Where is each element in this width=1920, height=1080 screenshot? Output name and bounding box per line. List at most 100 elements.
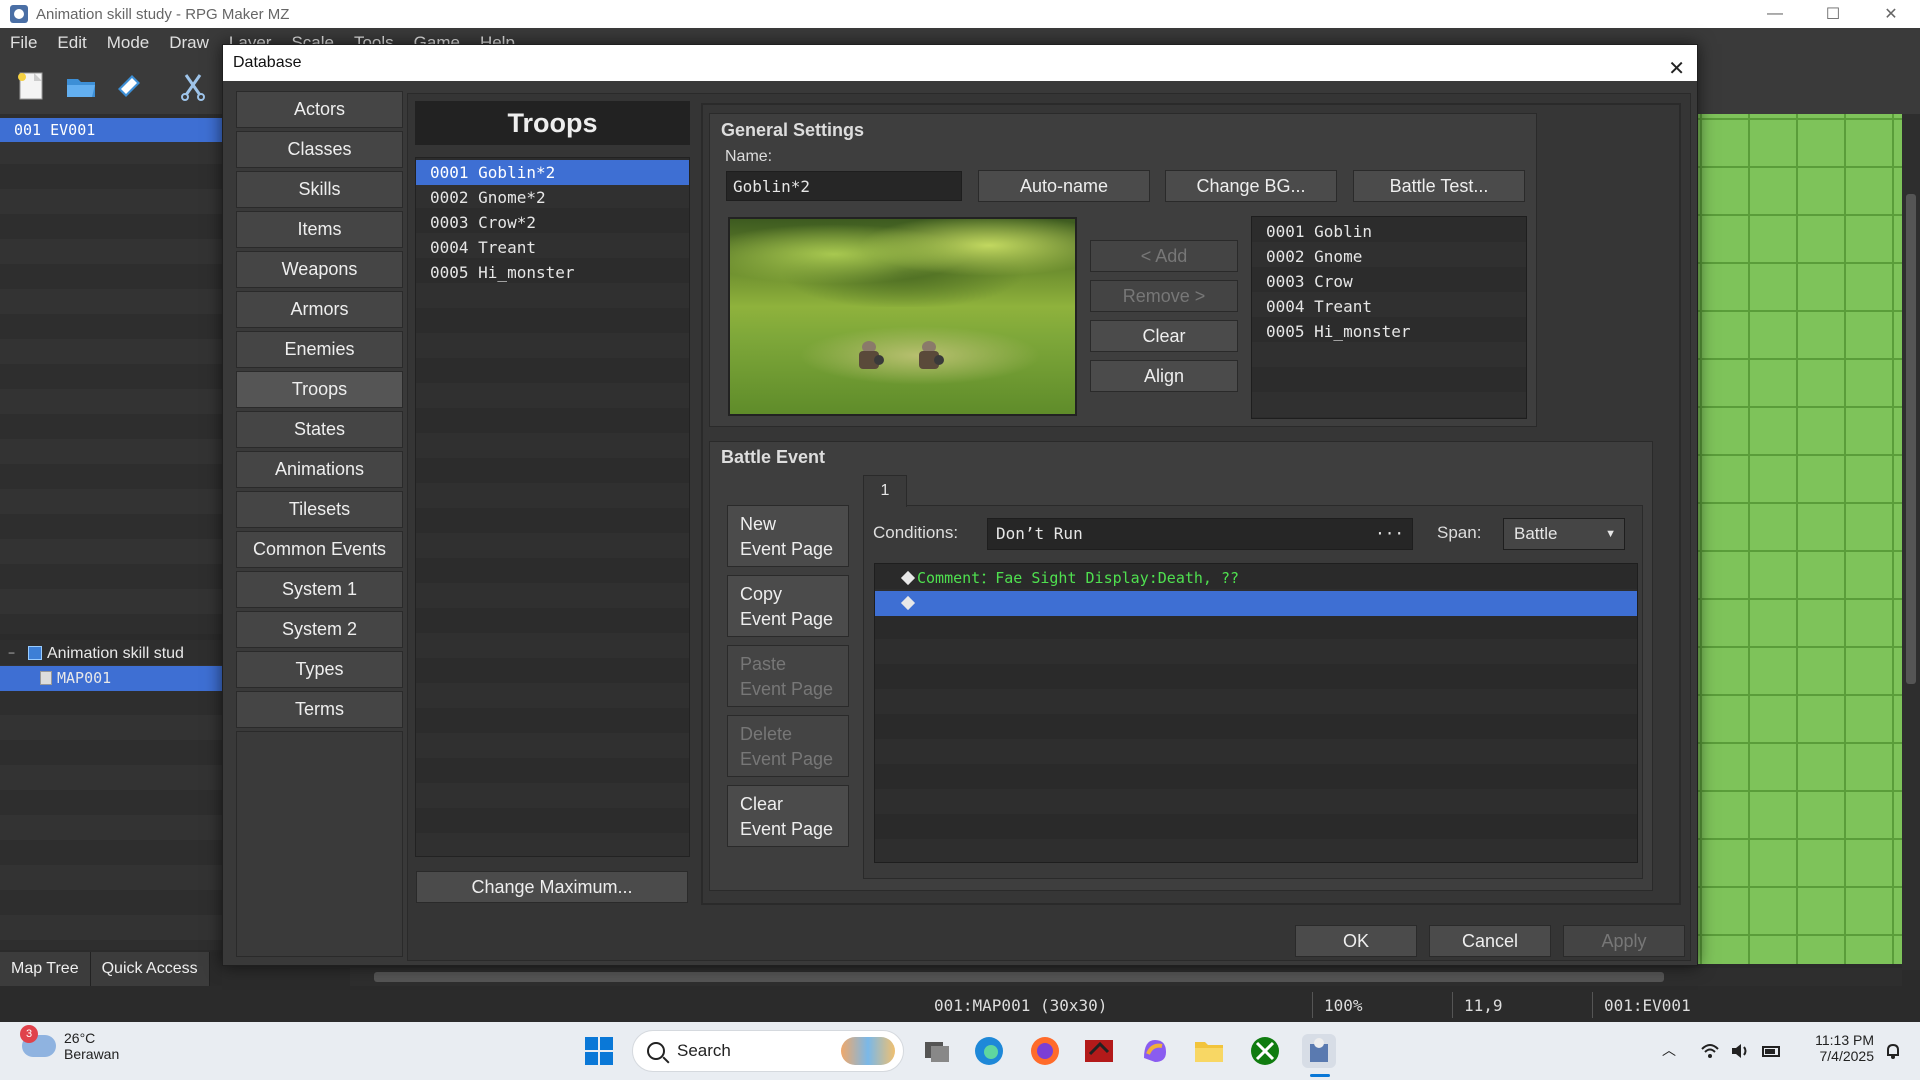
task-view-icon[interactable] — [920, 1034, 954, 1068]
troop-list[interactable]: 0001 Goblin*2 0002 Gnome*2 0003 Crow*2 0… — [415, 157, 690, 857]
search-label: Search — [677, 1041, 731, 1060]
ok-button[interactable]: OK — [1295, 925, 1417, 957]
change-bg-button[interactable]: Change BG... — [1165, 170, 1337, 202]
category-states[interactable]: States — [236, 411, 403, 448]
taskbar-search[interactable]: Search — [632, 1030, 904, 1072]
event-command-list[interactable]: Comment：Fae Sight Display:Death, ?? — [874, 563, 1638, 863]
enemy-item[interactable]: 0005 Hi_monster — [1252, 319, 1526, 344]
remove-enemy-button[interactable]: Remove > — [1090, 280, 1238, 312]
troop-item[interactable]: 0003 Crow*2 — [416, 210, 689, 235]
goblin-sprite[interactable] — [854, 341, 884, 375]
paste-event-page-button[interactable]: Paste Event Page — [727, 645, 849, 707]
windows-start-icon[interactable] — [582, 1034, 616, 1068]
align-enemies-button[interactable]: Align — [1090, 360, 1238, 392]
dialog-close-button[interactable]: ✕ — [1668, 51, 1685, 87]
map-tree-project[interactable]: − Animation skill stud — [0, 641, 222, 666]
category-terms[interactable]: Terms — [236, 691, 403, 728]
category-system-2[interactable]: System 2 — [236, 611, 403, 648]
volume-icon[interactable] — [1730, 1042, 1750, 1060]
category-troops[interactable]: Troops — [236, 371, 403, 408]
collapse-icon[interactable]: − — [8, 641, 15, 666]
vertical-scrollbar[interactable] — [1902, 114, 1920, 970]
weather-badge: 3 — [20, 1025, 38, 1043]
troop-item[interactable]: 0005 Hi_monster — [416, 260, 689, 285]
category-enemies[interactable]: Enemies — [236, 331, 403, 368]
rpg-maker-taskbar-icon[interactable] — [1302, 1034, 1336, 1068]
event-list-item[interactable]: 001 EV001 — [0, 118, 222, 142]
notification-bell-icon[interactable] — [1884, 1042, 1902, 1060]
enemy-item[interactable]: 0001 Goblin — [1252, 219, 1526, 244]
enemy-item[interactable]: 0003 Crow — [1252, 269, 1526, 294]
chevron-up-icon[interactable]: ︿ — [1662, 1040, 1676, 1060]
clear-event-page-button[interactable]: Clear Event Page — [727, 785, 849, 847]
battle-background-preview[interactable] — [728, 217, 1077, 416]
map-tree-map[interactable]: MAP001 — [0, 666, 222, 691]
battle-test-button[interactable]: Battle Test... — [1353, 170, 1525, 202]
close-button[interactable]: ✕ — [1862, 0, 1920, 28]
menu-edit[interactable]: Edit — [47, 33, 96, 53]
file-explorer-icon[interactable] — [1192, 1034, 1226, 1068]
category-classes[interactable]: Classes — [236, 131, 403, 168]
wifi-icon[interactable] — [1700, 1042, 1720, 1060]
event-command-row[interactable]: Comment：Fae Sight Display:Death, ?? — [875, 566, 1637, 591]
horizontal-scrollbar[interactable] — [350, 968, 1902, 986]
troop-item[interactable]: 0002 Gnome*2 — [416, 185, 689, 210]
temperature: 26°C — [64, 1030, 96, 1046]
button-line: Event Page — [740, 539, 834, 559]
scrollbar-thumb[interactable] — [1906, 194, 1916, 684]
enemy-item[interactable]: 0002 Gnome — [1252, 244, 1526, 269]
clear-enemies-button[interactable]: Clear — [1090, 320, 1238, 352]
enemy-item[interactable]: 0004 Treant — [1252, 294, 1526, 319]
dialog-titlebar: Database ✕ — [223, 45, 1697, 81]
edge-browser-icon[interactable] — [972, 1034, 1006, 1068]
event-command-row[interactable] — [875, 591, 1637, 616]
weather-widget[interactable]: 3 26°C Berawan — [20, 1025, 119, 1062]
auto-name-button[interactable]: Auto-name — [978, 170, 1150, 202]
minimize-button[interactable]: — — [1746, 0, 1804, 28]
app-red-icon[interactable] — [1082, 1034, 1116, 1068]
firefox-icon[interactable] — [1028, 1034, 1062, 1068]
conditions-more-button[interactable]: ··· — [1375, 519, 1404, 549]
map-canvas[interactable] — [1696, 114, 1902, 964]
enemy-list[interactable]: 0001 Goblin 0002 Gnome 0003 Crow 0004 Tr… — [1251, 216, 1527, 419]
system-clock[interactable]: 11:13 PM 7/4/2025 — [1800, 1032, 1874, 1064]
delete-event-page-button[interactable]: Delete Event Page — [727, 715, 849, 777]
change-maximum-button[interactable]: Change Maximum... — [416, 871, 688, 903]
maximize-button[interactable]: ☐ — [1804, 0, 1862, 28]
name-input[interactable] — [726, 171, 962, 201]
scrollbar-thumb[interactable] — [374, 972, 1664, 982]
save-project-icon[interactable] — [112, 69, 146, 103]
apply-button[interactable]: Apply — [1563, 925, 1685, 957]
category-weapons[interactable]: Weapons — [236, 251, 403, 288]
cancel-button[interactable]: Cancel — [1429, 925, 1551, 957]
new-event-page-button[interactable]: New Event Page — [727, 505, 849, 567]
category-types[interactable]: Types — [236, 651, 403, 688]
category-armors[interactable]: Armors — [236, 291, 403, 328]
span-select[interactable]: Battle ▼ — [1503, 518, 1625, 550]
troop-item[interactable]: 0001 Goblin*2 — [416, 160, 689, 185]
menu-file[interactable]: File — [0, 33, 47, 53]
category-tilesets[interactable]: Tilesets — [236, 491, 403, 528]
menu-mode[interactable]: Mode — [97, 33, 160, 53]
category-actors[interactable]: Actors — [236, 91, 403, 128]
category-skills[interactable]: Skills — [236, 171, 403, 208]
tab-map-tree[interactable]: Map Tree — [0, 952, 91, 986]
category-animations[interactable]: Animations — [236, 451, 403, 488]
category-common-events[interactable]: Common Events — [236, 531, 403, 568]
tab-quick-access[interactable]: Quick Access — [90, 952, 210, 986]
conditions-field[interactable]: Don’t Run ··· — [987, 518, 1413, 550]
copilot-icon[interactable] — [1138, 1034, 1172, 1068]
cut-icon[interactable] — [176, 69, 210, 103]
goblin-sprite[interactable] — [914, 341, 944, 375]
add-enemy-button[interactable]: < Add — [1090, 240, 1238, 272]
event-page-tab-1[interactable]: 1 — [863, 475, 907, 507]
open-project-icon[interactable] — [64, 69, 98, 103]
new-project-icon[interactable] — [14, 69, 48, 103]
menu-draw[interactable]: Draw — [159, 33, 219, 53]
category-system-1[interactable]: System 1 — [236, 571, 403, 608]
category-items[interactable]: Items — [236, 211, 403, 248]
copy-event-page-button[interactable]: Copy Event Page — [727, 575, 849, 637]
xbox-icon[interactable] — [1248, 1034, 1282, 1068]
troop-item[interactable]: 0004 Treant — [416, 235, 689, 260]
battery-icon[interactable] — [1762, 1042, 1782, 1060]
